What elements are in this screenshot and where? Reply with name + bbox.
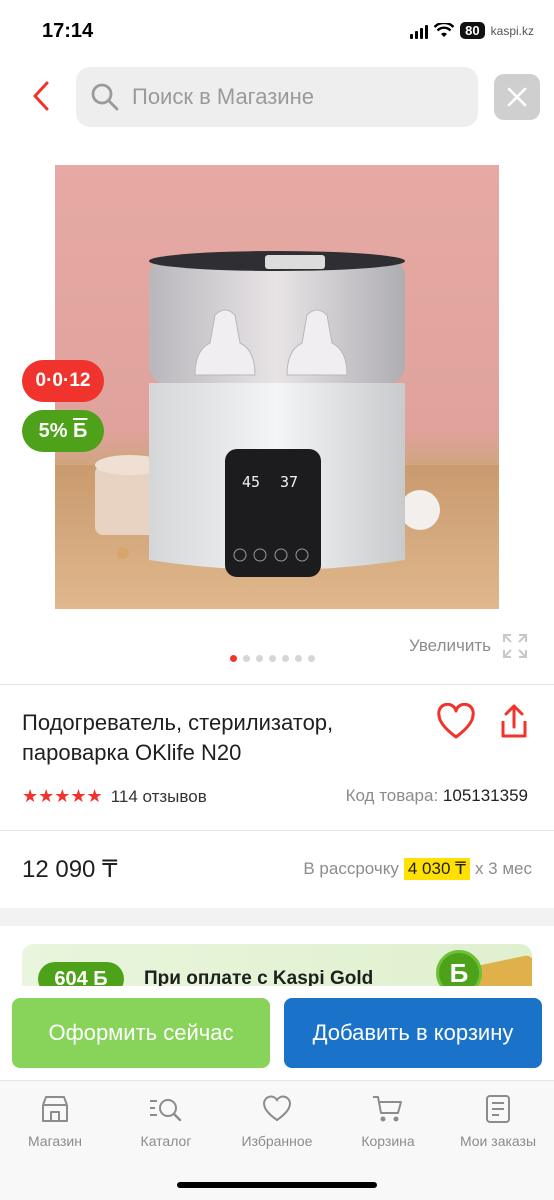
store-icon	[42, 1096, 68, 1122]
add-to-cart-button[interactable]: Добавить в корзину	[284, 998, 542, 1068]
favorite-button[interactable]	[436, 702, 476, 743]
cart-icon	[373, 1096, 402, 1122]
header: Поиск в Магазине	[0, 62, 554, 134]
zoom-button[interactable]: Увеличить	[409, 632, 529, 660]
section-separator	[0, 908, 554, 926]
close-button[interactable]	[494, 74, 540, 120]
rating-row[interactable]: ★★★★★ 114 отзывов	[22, 786, 207, 807]
rating-stars: ★★★★★	[22, 786, 103, 806]
bonus-badge: 5% Б	[22, 410, 104, 452]
product-image[interactable]: 45 37	[55, 165, 499, 609]
status-bar: 17:14 80 kaspi.kz	[0, 0, 554, 62]
orders-icon	[486, 1095, 510, 1123]
heart-icon	[262, 1095, 292, 1122]
search-placeholder: Поиск в Магазине	[132, 84, 314, 109]
tab-favorites[interactable]: Избранное	[222, 1093, 332, 1149]
installment-suffix: x 3 мес	[474, 859, 532, 878]
divider	[0, 830, 554, 831]
tab-label: Каталог	[140, 1133, 192, 1149]
product-code-value: 105131359	[442, 786, 528, 805]
tab-label: Магазин	[27, 1133, 82, 1149]
close-icon	[507, 87, 527, 107]
catalog-icon	[150, 1099, 182, 1122]
bonus-currency: Б	[73, 419, 88, 442]
signal-icon	[410, 23, 429, 39]
status-time: 17:14	[42, 20, 94, 42]
tab-catalog[interactable]: Каталог	[111, 1093, 221, 1149]
gallery-dot[interactable]	[256, 655, 263, 662]
installment-amount: 4 030 ₸	[403, 858, 470, 880]
gallery-dot[interactable]	[230, 655, 237, 662]
product-title: Подогреватель, стерилизатор, пароварка O…	[22, 710, 334, 765]
share-icon	[501, 704, 527, 738]
search-icon	[91, 83, 119, 111]
back-button[interactable]	[24, 76, 58, 116]
bonus-percent: 5%	[38, 419, 68, 442]
product-code: Код товара: 105131359	[346, 786, 528, 806]
tab-label: Корзина	[361, 1133, 415, 1149]
expand-icon	[503, 634, 527, 658]
battery-indicator: 80	[460, 22, 485, 39]
gallery-dots	[230, 655, 315, 662]
reviews-count: 114 отзывов	[110, 786, 207, 806]
tab-store[interactable]: Магазин	[0, 1093, 110, 1149]
installment-prefix: В рассрочку	[303, 859, 399, 878]
share-button[interactable]	[496, 703, 532, 743]
status-icons: 80 kaspi.kz	[410, 22, 534, 39]
carrier-label: kaspi.kz	[490, 23, 534, 38]
gallery-dot[interactable]	[295, 655, 302, 662]
installment-badge: 0·0·12	[22, 360, 104, 402]
divider	[0, 684, 554, 685]
gallery-dot[interactable]	[282, 655, 289, 662]
zoom-label: Увеличить	[409, 636, 491, 655]
bottle-warmer-illustration: 45 37	[55, 251, 499, 609]
wifi-icon	[434, 22, 455, 37]
installment-info[interactable]: В рассрочку 4 030 ₸ x 3 мес	[303, 858, 532, 880]
svg-text:45: 45	[242, 473, 260, 491]
tab-label: Избранное	[241, 1133, 313, 1149]
gallery-dot[interactable]	[308, 655, 315, 662]
tab-label: Мои заказы	[459, 1133, 537, 1149]
tab-orders[interactable]: Мои заказы	[443, 1093, 553, 1149]
heart-icon	[437, 702, 475, 739]
product-code-label: Код товара:	[345, 786, 439, 805]
search-input[interactable]: Поиск в Магазине	[76, 67, 478, 127]
gallery-dot[interactable]	[269, 655, 276, 662]
chevron-left-icon	[33, 81, 49, 111]
home-indicator	[177, 1182, 377, 1188]
action-bar: Оформить сейчас Добавить в корзину	[0, 986, 554, 1076]
checkout-now-button[interactable]: Оформить сейчас	[12, 998, 270, 1068]
product-price: 12 090 ₸	[22, 856, 118, 883]
svg-text:37: 37	[280, 473, 298, 491]
gallery-dot[interactable]	[243, 655, 250, 662]
tab-cart[interactable]: Корзина	[333, 1093, 443, 1149]
